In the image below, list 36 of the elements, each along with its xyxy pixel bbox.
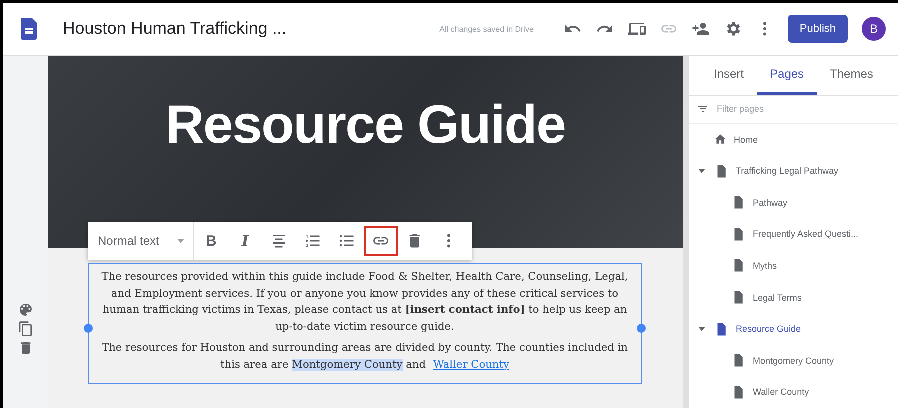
page-item[interactable]: Myths	[689, 250, 898, 282]
page-item[interactable]: Trafficking Legal Pathway	[689, 156, 898, 188]
panel-tab[interactable]: Pages	[757, 56, 818, 95]
document-icon[interactable]	[21, 18, 37, 40]
link-button[interactable]	[364, 226, 398, 256]
header-title: Resource Guide	[165, 94, 566, 156]
county-link[interactable]: Waller County	[433, 358, 510, 370]
page-item[interactable]: Home	[689, 124, 898, 156]
panel-tab[interactable]: Insert	[701, 56, 758, 95]
caret-icon[interactable]	[698, 325, 706, 334]
home-icon	[714, 133, 727, 146]
dropdown-caret-icon	[177, 237, 186, 245]
page-item[interactable]: Pathway	[689, 187, 898, 219]
page-item[interactable]: Frequently Asked Questi...	[689, 218, 898, 250]
publish-button[interactable]: Publish	[788, 15, 848, 43]
save-status: All changes saved in Drive	[440, 24, 534, 34]
resize-handle[interactable]	[84, 324, 93, 333]
site-title[interactable]: Houston Human Trafficking ...	[63, 19, 426, 39]
paragraph: The resources provided within this guide include Food & Shelter, Health Care, Counseling, Legal, and Employment services. If you or anyone you know provides any of these critical services to human trafficking victims in Texas, please contact us at [insert contact info] to help us keep an up-to-date victim resource guide.	[100, 270, 630, 334]
page-item[interactable]: Waller County	[689, 376, 898, 408]
copy-icon[interactable]	[18, 321, 34, 337]
italic-button[interactable]: I	[228, 226, 262, 256]
panel-tab[interactable]: Themes	[817, 56, 886, 95]
caret-icon[interactable]	[698, 167, 706, 176]
palette-icon[interactable]	[18, 302, 34, 318]
page-item[interactable]: Legal Terms	[689, 282, 898, 314]
bold-button[interactable]: B	[194, 226, 228, 256]
devices-icon[interactable]	[628, 20, 646, 38]
numbered-list-icon[interactable]	[304, 232, 322, 250]
avatar[interactable]: B	[862, 17, 886, 41]
text-style-dropdown[interactable]: Normal text	[94, 222, 194, 260]
paragraph: The resources for Houston and surrounding areas are divided by county. The counties included in this area are Montgomery County and Waller County	[101, 341, 629, 372]
page-item[interactable]: Resource Guide	[689, 313, 898, 345]
page-item[interactable]: Montgomery County	[689, 344, 898, 376]
resize-handle[interactable]	[637, 324, 646, 333]
add-person-icon[interactable]	[692, 20, 710, 38]
